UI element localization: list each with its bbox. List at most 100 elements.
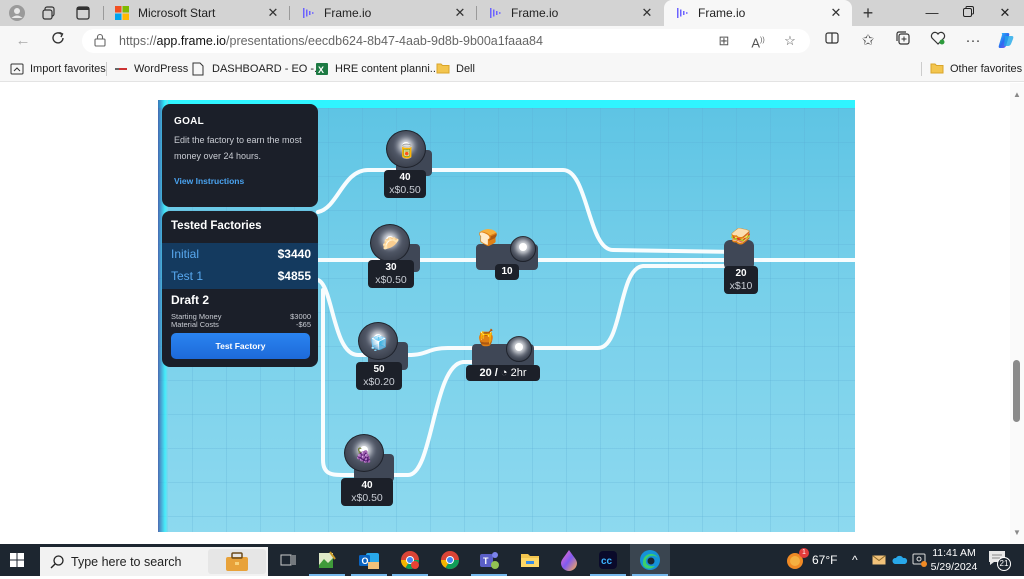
image-editor-app-icon[interactable] (309, 548, 345, 576)
tested-factories-list: Initial $3440 Test 1 $4855 (162, 243, 318, 289)
tab-microsoft-start[interactable]: Microsoft Start ✕ (104, 0, 290, 26)
machine-label: 30 x$0.50 (368, 260, 414, 288)
show-hidden-icons[interactable]: ^ (852, 544, 858, 576)
onedrive-icon[interactable] (892, 544, 908, 576)
machine-label: 20 / ◔ 2hr (466, 365, 540, 381)
copilot-icon[interactable] (996, 31, 1016, 51)
browser-essentials-icon[interactable] (928, 31, 948, 51)
sugar-cubes-icon: 🧊 (370, 335, 388, 351)
webex-app-icon[interactable]: cc (590, 548, 626, 576)
tested-factories-heading: Tested Factories (171, 220, 262, 232)
folder-icon (436, 62, 450, 76)
tab-frameio-2[interactable]: Frame.io ✕ (477, 0, 663, 26)
machine-label: 40 x$0.50 (384, 170, 426, 198)
tested-factory-row[interactable]: Test 1 $4855 (171, 269, 311, 283)
tab-actions-icon[interactable] (74, 4, 92, 22)
tab-title: Frame.io (698, 6, 746, 20)
scrollbar-thumb[interactable] (1013, 360, 1020, 422)
weather-sun-icon: 1 (786, 548, 809, 570)
windows-start-icon[interactable] (10, 553, 24, 567)
svg-text:X: X (318, 65, 324, 75)
machine-label: 20 x$10 (724, 266, 758, 294)
sandwich-icon: 🥪 (730, 227, 752, 246)
search-icon (49, 554, 65, 570)
scroll-down-arrow[interactable]: ▼ (1013, 529, 1021, 537)
search-highlight-briefcase-icon[interactable] (208, 549, 266, 574)
address-bar[interactable]: https://app.frame.io/presentations/eecdb… (82, 29, 810, 53)
wordpress-icon (114, 62, 128, 76)
peanut-butter-jar-icon: 🥫 (398, 143, 416, 159)
notification-center-icon[interactable]: 21 (988, 544, 1011, 576)
profile-icon[interactable] (8, 4, 26, 22)
machine-label: 50 x$0.20 (356, 362, 402, 390)
favorite-hre-content[interactable]: X HRE content planni... (315, 61, 439, 77)
svg-text:T: T (483, 556, 489, 566)
close-tab-icon[interactable]: ✕ (452, 5, 468, 21)
close-window-button[interactable]: ✕ (995, 3, 1015, 23)
workspaces-icon[interactable] (40, 4, 58, 22)
scroll-up-arrow[interactable]: ▲ (1013, 91, 1021, 99)
meet-now-icon[interactable] (912, 544, 928, 576)
mail-tray-icon[interactable] (872, 544, 886, 576)
frameio-logo-icon (674, 5, 690, 21)
favorite-dell[interactable]: Dell (436, 61, 475, 77)
minimize-button[interactable]: — (922, 3, 942, 23)
read-aloud-icon[interactable]: A)) (748, 31, 768, 51)
split-screen-icon[interactable] (822, 31, 842, 51)
taskbar-search-box[interactable]: Type here to search (40, 547, 268, 576)
excel-icon: X (315, 62, 329, 76)
notification-count: 21 (997, 557, 1011, 571)
outlook-app-icon[interactable]: O (351, 548, 387, 576)
collections-icon[interactable] (893, 31, 913, 51)
refresh-button[interactable] (48, 31, 68, 51)
weather-badge: 1 (799, 548, 809, 558)
document-icon (192, 62, 206, 76)
close-tab-icon[interactable]: ✕ (639, 5, 655, 21)
tab-frameio-active[interactable]: Frame.io ✕ (664, 0, 852, 26)
tab-title: Frame.io (511, 6, 559, 20)
favorite-dashboard[interactable]: DASHBOARD - EO -... (192, 61, 323, 77)
more-options-icon[interactable]: ··· (963, 31, 983, 51)
favorite-import[interactable]: Import favorites (10, 61, 106, 77)
url-text[interactable]: https://app.frame.io/presentations/eecdb… (119, 34, 543, 48)
favorites-bar: Import favorites WordPress DASHBOARD - E… (0, 56, 1024, 82)
close-tab-icon[interactable]: ✕ (265, 5, 281, 21)
teams-app-icon[interactable]: T (471, 548, 507, 576)
new-tab-button[interactable]: + (858, 3, 878, 23)
tab-frameio-1[interactable]: Frame.io ✕ (290, 0, 477, 26)
favorites-icon[interactable]: ✩ (858, 31, 878, 51)
raspberries-icon: 🍇 (355, 447, 373, 463)
app-available-icon[interactable]: ⊞ (714, 31, 734, 51)
chrome-profile-app-icon[interactable] (392, 548, 428, 576)
clock[interactable]: 11:41 AM 5/29/2024 (928, 544, 980, 576)
paint-drop-app-icon[interactable] (557, 548, 581, 572)
favorite-wordpress[interactable]: WordPress (114, 61, 188, 77)
goal-text: Edit the factory to earn the most money … (174, 135, 302, 161)
frameio-logo-icon (300, 5, 316, 21)
file-explorer-app-icon[interactable] (518, 548, 542, 572)
machine-label: 40 x$0.50 (341, 478, 393, 506)
windows-taskbar: Type here to search O T cc 1 67°F ^ 11:4… (0, 544, 1024, 576)
tested-factory-row[interactable]: Initial $3440 (171, 247, 311, 261)
task-view-icon[interactable] (276, 548, 300, 572)
bread-slices-icon: 🍞 (478, 230, 498, 247)
test-factory-button[interactable]: Test Factory (171, 333, 310, 359)
restore-button[interactable] (958, 3, 978, 23)
vertical-scrollbar[interactable]: ▲ ▼ (1010, 83, 1024, 544)
machine-label: 10 (495, 264, 519, 280)
close-tab-icon[interactable]: ✕ (828, 5, 844, 21)
edge-app-icon[interactable] (630, 544, 670, 576)
other-favorites[interactable]: Other favorites (930, 61, 1022, 77)
clock-icon: ◔ (500, 367, 508, 379)
goal-panel: GOAL Edit the factory to earn the most m… (162, 104, 318, 207)
chrome-app-icon[interactable] (438, 548, 462, 572)
view-instructions-link[interactable]: View Instructions (174, 176, 306, 186)
microsoft-logo-icon (114, 5, 130, 21)
goal-heading: GOAL (174, 116, 205, 127)
svg-text:O: O (362, 556, 369, 566)
lock-icon[interactable] (94, 33, 108, 49)
weather-widget[interactable]: 1 67°F (786, 544, 837, 576)
favorite-star-icon[interactable]: ☆ (780, 31, 800, 51)
tab-title: Microsoft Start (138, 6, 216, 20)
back-button[interactable]: ← (13, 31, 33, 51)
